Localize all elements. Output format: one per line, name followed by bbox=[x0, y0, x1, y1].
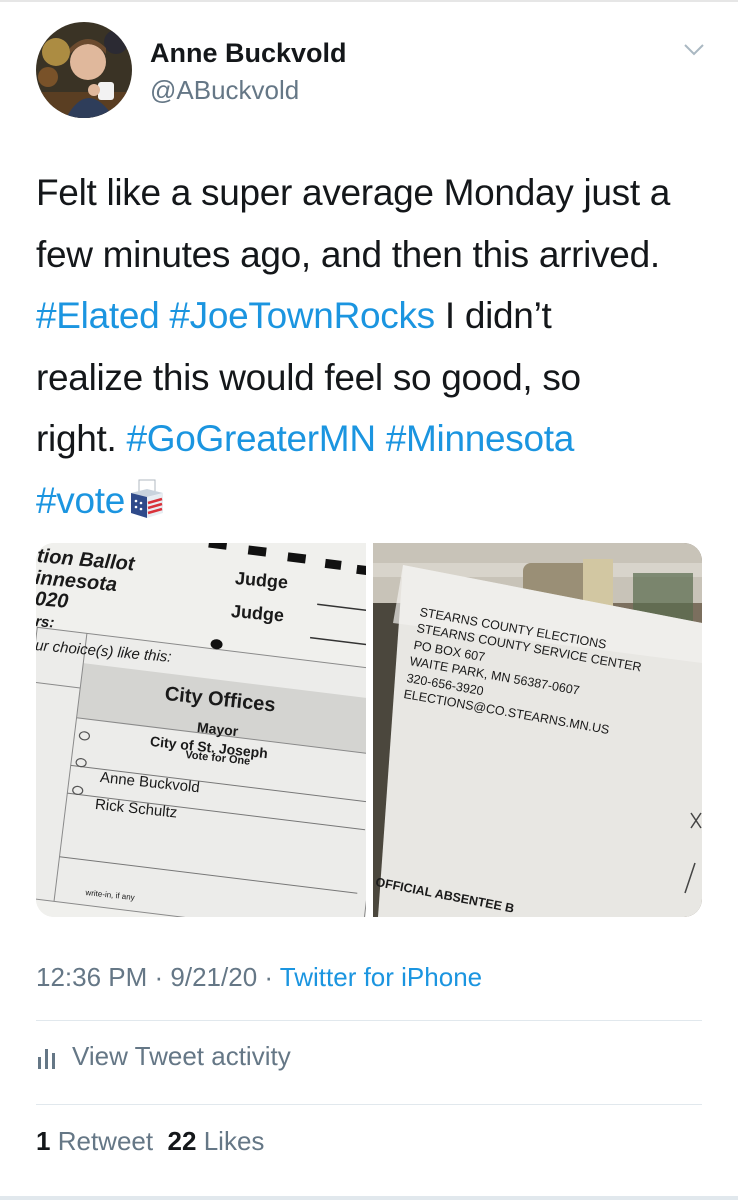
divider bbox=[36, 1020, 702, 1021]
view-tweet-activity-label: View Tweet activity bbox=[72, 1041, 291, 1071]
tweet-timestamp: 12:36 PM · 9/21/20 · Twitter for iPhone bbox=[36, 962, 482, 993]
tweet-line: Felt like a super average Monday just a bbox=[36, 172, 671, 213]
ballot-box-icon bbox=[131, 479, 164, 518]
retweet-label: Retweet bbox=[57, 1126, 154, 1156]
tweet-line: few minutes ago, and then this arrived. bbox=[36, 233, 660, 275]
hashtag-link[interactable]: #Elated #JoeTownRocks bbox=[36, 295, 435, 336]
tweet-line: right. #GoGreaterMN #Minnesota bbox=[36, 408, 716, 470]
like-count: 22 bbox=[167, 1126, 197, 1156]
ballot-header-line: 020 bbox=[36, 588, 70, 613]
meta-separator: · bbox=[147, 962, 171, 992]
retweets-link[interactable]: 1 Retweet bbox=[36, 1126, 153, 1156]
tweet-line: #vote bbox=[36, 470, 716, 532]
author-handle[interactable]: @ABuckvold bbox=[150, 75, 299, 106]
meta-separator: · bbox=[257, 962, 280, 992]
tweet-text: Felt like a super average Monday just a … bbox=[36, 162, 716, 531]
avatar[interactable] bbox=[36, 22, 132, 118]
hashtag-link[interactable]: #GoGreaterMN #Minnesota bbox=[126, 418, 574, 459]
top-divider bbox=[0, 0, 738, 2]
ballot-rs-label: rs: bbox=[36, 613, 56, 632]
envelope-photo[interactable]: STEARNS COUNTY ELECTIONS STEARNS COUNTY … bbox=[373, 543, 702, 917]
likes-link[interactable]: 22 Likes bbox=[168, 1126, 265, 1156]
ballot-judge-label: Judge bbox=[230, 601, 285, 626]
tweet-time[interactable]: 12:36 PM bbox=[36, 962, 147, 992]
tweet-text-fragment: I didn’t bbox=[434, 295, 552, 336]
tweet-stats: 1 Retweet 22 Likes bbox=[36, 1126, 264, 1157]
tweet-source-link[interactable]: Twitter for iPhone bbox=[280, 962, 482, 992]
author-name[interactable]: Anne Buckvold bbox=[150, 38, 347, 69]
retweet-count: 1 bbox=[36, 1126, 51, 1156]
view-tweet-activity-button[interactable]: View Tweet activity bbox=[36, 1041, 291, 1072]
ballot-photo[interactable]: tion Ballot innesota 020 Judge Judge rs:… bbox=[36, 543, 366, 917]
hashtag-link[interactable]: #vote bbox=[36, 480, 125, 521]
chevron-down-icon[interactable] bbox=[682, 42, 706, 58]
tweet-text-fragment: right. bbox=[36, 418, 127, 459]
tweet-line: realize this would feel so good, so bbox=[36, 356, 581, 398]
ballot-judge-label: Judge bbox=[234, 568, 289, 593]
tweet-date[interactable]: 9/21/20 bbox=[170, 962, 257, 992]
bottom-divider bbox=[0, 1196, 738, 1200]
bar-chart-icon bbox=[38, 1048, 55, 1069]
like-label: Likes bbox=[203, 1126, 265, 1156]
tweet-line: #Elated #JoeTownRocks I didn’t bbox=[36, 285, 716, 347]
divider bbox=[36, 1104, 702, 1105]
